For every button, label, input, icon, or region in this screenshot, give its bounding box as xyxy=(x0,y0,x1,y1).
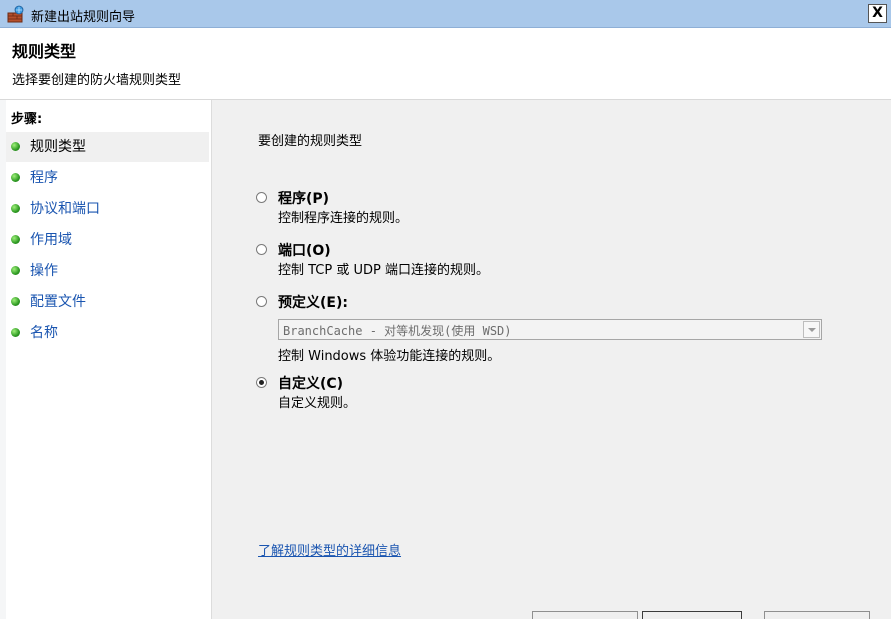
sidebar-edge xyxy=(0,100,6,619)
wizard-header: 规则类型 选择要创建的防火墙规则类型 xyxy=(0,28,891,100)
chevron-down-icon[interactable] xyxy=(803,321,820,338)
option-program-description: 控制程序连接的规则。 xyxy=(278,211,409,226)
window-title: 新建出站规则向导 xyxy=(31,10,136,25)
option-port-description: 控制 TCP 或 UDP 端口连接的规则。 xyxy=(278,263,489,278)
step-status-dot-icon xyxy=(11,173,20,182)
step-action[interactable]: 操作 xyxy=(6,256,209,286)
option-port-label[interactable]: 端口(O) xyxy=(278,240,331,260)
title-bar: 新建出站规则向导 X xyxy=(0,0,891,28)
steps-sidebar: 步骤: 规则类型 程序 协议和端口 作用域 操作 配置文件 名称 xyxy=(0,100,212,619)
step-label: 操作 xyxy=(30,263,58,279)
step-label: 协议和端口 xyxy=(30,201,100,217)
learn-more-link[interactable]: 了解规则类型的详细信息 xyxy=(258,540,401,559)
step-scope[interactable]: 作用域 xyxy=(6,225,209,255)
close-button[interactable]: X xyxy=(868,4,887,23)
step-status-dot-icon xyxy=(11,266,20,275)
step-name[interactable]: 名称 xyxy=(6,318,209,348)
predefined-rule-selected: BranchCache - 对等机发现(使用 WSD) xyxy=(283,324,512,338)
cancel-button[interactable] xyxy=(764,611,870,619)
step-status-dot-icon xyxy=(11,142,20,151)
radio-predefined[interactable] xyxy=(256,296,267,307)
step-program[interactable]: 程序 xyxy=(6,163,209,193)
back-button[interactable] xyxy=(532,611,638,619)
step-label: 配置文件 xyxy=(30,294,86,310)
steps-heading: 步骤: xyxy=(11,112,43,127)
option-predefined-label[interactable]: 预定义(E): xyxy=(278,292,348,312)
option-custom-description: 自定义规则。 xyxy=(278,396,357,411)
predefined-rule-dropdown[interactable]: BranchCache - 对等机发现(使用 WSD) xyxy=(278,319,822,340)
rule-type-prompt: 要创建的规则类型 xyxy=(258,134,363,149)
radio-custom[interactable] xyxy=(256,377,267,388)
option-custom-label[interactable]: 自定义(C) xyxy=(278,373,343,393)
option-program-label[interactable]: 程序(P) xyxy=(278,188,329,208)
step-label: 作用域 xyxy=(30,232,72,248)
next-button[interactable] xyxy=(642,611,742,619)
step-protocol-and-ports[interactable]: 协议和端口 xyxy=(6,194,209,224)
step-label: 名称 xyxy=(30,325,58,341)
firewall-wizard-icon xyxy=(7,5,24,23)
radio-port[interactable] xyxy=(256,244,267,255)
step-rule-type[interactable]: 规则类型 xyxy=(6,132,209,162)
step-status-dot-icon xyxy=(11,235,20,244)
main-panel: 要创建的规则类型 程序(P) 控制程序连接的规则。 端口(O) 控制 TCP 或… xyxy=(212,100,891,619)
step-label: 程序 xyxy=(30,170,58,186)
step-label: 规则类型 xyxy=(30,139,86,155)
page-title: 规则类型 xyxy=(12,42,77,61)
step-status-dot-icon xyxy=(11,328,20,337)
option-predefined-description: 控制 Windows 体验功能连接的规则。 xyxy=(278,349,501,364)
page-subtitle: 选择要创建的防火墙规则类型 xyxy=(12,73,182,88)
step-status-dot-icon xyxy=(11,297,20,306)
step-profile[interactable]: 配置文件 xyxy=(6,287,209,317)
radio-program[interactable] xyxy=(256,192,267,203)
step-status-dot-icon xyxy=(11,204,20,213)
